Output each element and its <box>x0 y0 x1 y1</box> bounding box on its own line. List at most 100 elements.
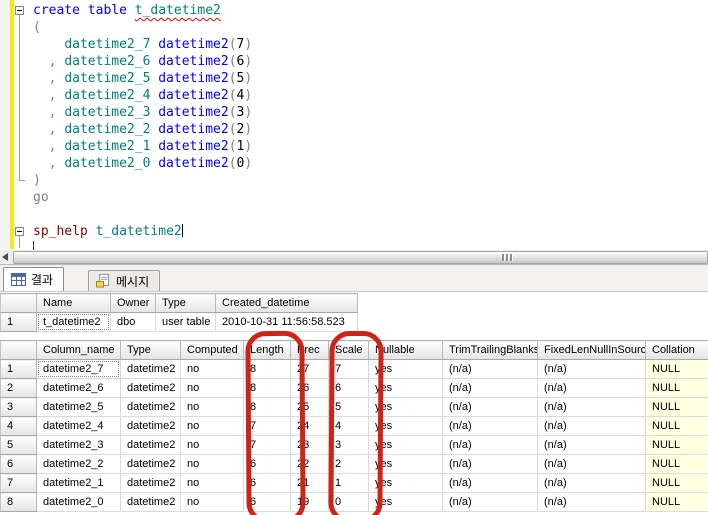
grid-cell[interactable]: datetime2_6 <box>36 378 121 398</box>
corner-header[interactable] <box>0 340 37 360</box>
grid-cell[interactable]: NULL <box>645 435 708 455</box>
grid-cell[interactable]: (n/a) <box>537 359 646 379</box>
code-line[interactable]: , datetime2_0 datetime2(0) <box>33 155 253 172</box>
grid-cell[interactable]: (n/a) <box>442 492 538 512</box>
collapse-toggle-icon[interactable] <box>15 6 24 15</box>
row-header[interactable]: 1 <box>0 312 37 332</box>
grid-cell[interactable]: no <box>180 359 244 379</box>
column-header[interactable]: Type <box>120 340 181 360</box>
tab-messages[interactable]: 메시지 <box>88 270 161 291</box>
grid-cell[interactable]: NULL <box>645 397 708 417</box>
column-header[interactable]: Column_name <box>36 340 121 360</box>
grid-cell[interactable]: datetime2_1 <box>36 473 121 493</box>
grid-cell[interactable]: t_datetime2 <box>36 312 111 332</box>
grid-cell[interactable]: (n/a) <box>537 435 646 455</box>
code-line[interactable]: create table t_datetime2 <box>33 2 252 19</box>
code-line[interactable]: , datetime2_4 datetime2(4) <box>33 87 253 104</box>
row-header[interactable]: 3 <box>0 397 37 417</box>
grid-cell[interactable]: (n/a) <box>442 416 538 436</box>
grid-cell[interactable]: datetime2_2 <box>36 454 121 474</box>
grid-cell[interactable]: (n/a) <box>537 454 646 474</box>
column-header[interactable]: TrimTrailingBlanks <box>442 340 538 360</box>
tab-results[interactable]: 결과 <box>3 267 65 291</box>
code-line[interactable]: , datetime2_3 datetime2(3) <box>33 104 253 121</box>
row-header[interactable]: 2 <box>0 378 37 398</box>
grid-cell[interactable]: datetime2_0 <box>36 492 121 512</box>
grid-cell[interactable]: NULL <box>645 359 708 379</box>
code-lines[interactable]: create table t_datetime2( datetime2_7 da… <box>33 2 252 240</box>
code-line[interactable]: , datetime2_5 datetime2(5) <box>33 70 253 87</box>
code-line[interactable]: ) <box>33 172 252 189</box>
code-line[interactable]: sp_help t_datetime2 <box>33 223 252 240</box>
row-header[interactable]: 7 <box>0 473 37 493</box>
grid-cell[interactable]: no <box>180 473 244 493</box>
grid-cell[interactable]: (n/a) <box>537 492 646 512</box>
grid-cell[interactable]: no <box>180 378 244 398</box>
column-header[interactable]: Created_datetime <box>215 293 358 313</box>
splitter-grip-icon[interactable] <box>502 254 505 261</box>
grid-cell[interactable]: (n/a) <box>537 416 646 436</box>
grid-cell[interactable]: datetime2 <box>120 359 181 379</box>
grid-cell[interactable]: datetime2_3 <box>36 435 121 455</box>
column-header[interactable]: Collation <box>645 340 708 360</box>
grid-cell[interactable]: no <box>180 454 244 474</box>
code-line[interactable] <box>33 206 252 223</box>
grid-cell[interactable]: datetime2 <box>120 492 181 512</box>
grid-cell[interactable]: no <box>180 492 244 512</box>
scroll-left-arrow-icon[interactable] <box>2 253 8 261</box>
grid-cell[interactable]: no <box>180 435 244 455</box>
grid-cell[interactable]: (n/a) <box>537 397 646 417</box>
grid-cell[interactable]: (n/a) <box>442 397 538 417</box>
code-line[interactable]: , datetime2_6 datetime2(6) <box>33 53 253 70</box>
column-header[interactable]: Type <box>155 293 216 313</box>
column-header[interactable]: Owner <box>110 293 156 313</box>
grid-cell[interactable]: user table <box>155 312 216 332</box>
code-token: create table <box>33 3 127 18</box>
grid-cell[interactable]: NULL <box>645 378 708 398</box>
grid-cell[interactable]: datetime2 <box>120 435 181 455</box>
splitter-grip-icon[interactable] <box>510 254 513 261</box>
grid-cell[interactable]: 2010-10-31 11:56:58.523 <box>215 312 358 332</box>
code-line[interactable]: , datetime2_2 datetime2(2) <box>33 121 253 138</box>
grid-cell[interactable]: datetime2_5 <box>36 397 121 417</box>
grid-cell[interactable]: NULL <box>645 454 708 474</box>
code-line[interactable]: datetime2_7 datetime2(7) <box>33 36 252 53</box>
column-header[interactable]: Name <box>36 293 111 313</box>
grid-cell[interactable]: datetime2 <box>120 473 181 493</box>
row-header[interactable]: 5 <box>0 435 37 455</box>
grid-cell[interactable]: (n/a) <box>442 359 538 379</box>
code-line[interactable]: , datetime2_1 datetime2(1) <box>33 138 253 155</box>
splitter-grip-icon[interactable] <box>506 254 509 261</box>
grid-cell[interactable]: datetime2 <box>120 397 181 417</box>
grid-cell[interactable]: (n/a) <box>442 378 538 398</box>
grid-cell[interactable]: datetime2 <box>120 416 181 436</box>
collapse-toggle-icon[interactable] <box>15 227 24 236</box>
column-header[interactable]: Computed <box>180 340 244 360</box>
grid-cell[interactable]: datetime2_4 <box>36 416 121 436</box>
grid-cell[interactable]: (n/a) <box>537 378 646 398</box>
grid-cell[interactable]: NULL <box>645 492 708 512</box>
grid-cell[interactable]: datetime2_7 <box>36 359 121 379</box>
grid-cell[interactable]: (n/a) <box>442 473 538 493</box>
code-line[interactable]: ( <box>33 19 252 36</box>
column-header[interactable]: FixedLenNullInSource <box>537 340 646 360</box>
scrollbar-thumb[interactable] <box>13 251 708 264</box>
grid-cell[interactable]: (n/a) <box>537 473 646 493</box>
grid-cell[interactable]: (n/a) <box>442 435 538 455</box>
row-header[interactable]: 8 <box>0 492 37 512</box>
code-line[interactable]: go <box>33 189 252 206</box>
editor-horizontal-scrollbar[interactable] <box>0 250 708 265</box>
grid-cell[interactable]: datetime2 <box>120 454 181 474</box>
grid-cell[interactable]: NULL <box>645 416 708 436</box>
row-header[interactable]: 4 <box>0 416 37 436</box>
corner-header[interactable] <box>0 293 37 313</box>
sql-editor-pane[interactable]: create table t_datetime2( datetime2_7 da… <box>0 0 708 252</box>
grid-cell[interactable]: no <box>180 397 244 417</box>
grid-cell[interactable]: (n/a) <box>442 454 538 474</box>
grid-cell[interactable]: NULL <box>645 473 708 493</box>
grid-cell[interactable]: datetime2 <box>120 378 181 398</box>
row-header[interactable]: 1 <box>0 359 37 379</box>
grid-cell[interactable]: no <box>180 416 244 436</box>
row-header[interactable]: 6 <box>0 454 37 474</box>
grid-cell[interactable]: dbo <box>110 312 156 332</box>
